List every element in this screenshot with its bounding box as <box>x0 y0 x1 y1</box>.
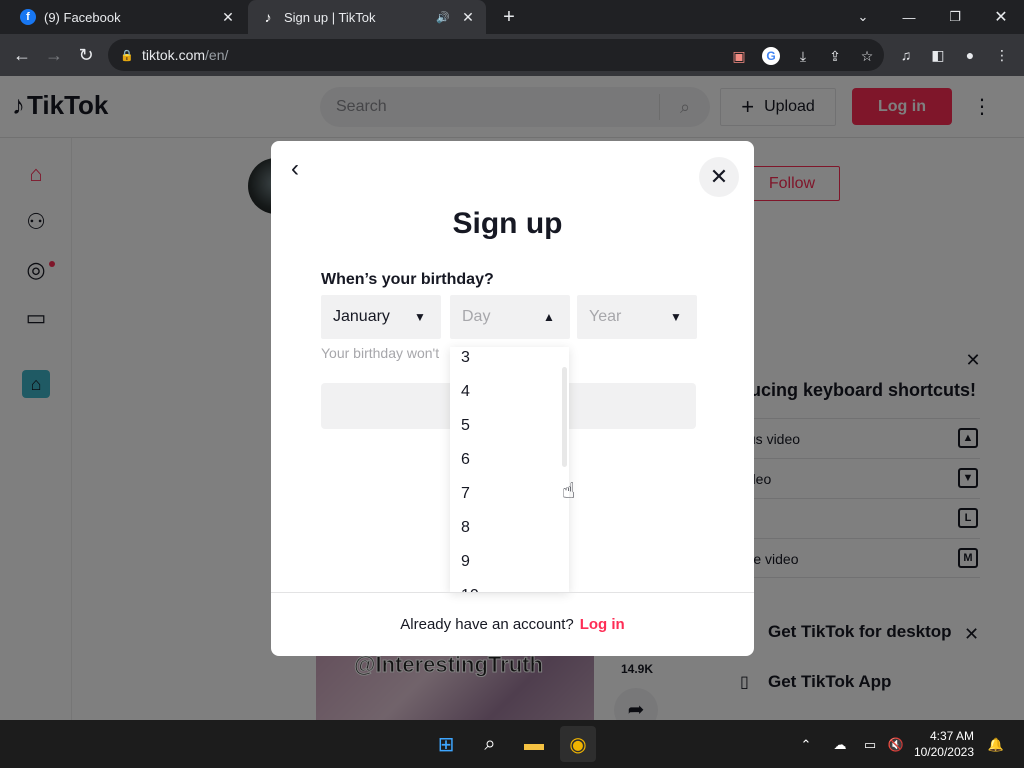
day-option[interactable]: 8 <box>450 511 560 545</box>
chevron-up-icon[interactable]: ⌃ <box>796 735 816 755</box>
lock-icon[interactable]: 🔒 <box>120 49 134 62</box>
facebook-icon: f <box>20 9 36 25</box>
tiktok-page: ♪ TikTok Search ⌕ + Upload Log in ⋮ ⌂ ⚇ … <box>0 76 1024 720</box>
day-option[interactable]: 4 <box>450 375 560 409</box>
chrome-menu-icon[interactable]: ⋮ <box>992 45 1012 65</box>
signup-modal: ‹ ✕ Sign up When’s your birthday? Januar… <box>271 141 754 656</box>
tiktok-icon: ♪ <box>264 9 272 25</box>
google-lens-icon[interactable]: G <box>762 47 780 65</box>
tab-search-chevron-icon[interactable]: ⌄ <box>840 0 886 34</box>
day-option[interactable]: 5 <box>450 409 560 443</box>
tab-facebook[interactable]: f (9) Facebook ✕ <box>8 0 246 34</box>
install-app-icon[interactable]: ⤓ <box>794 47 812 65</box>
back-arrow-icon[interactable]: ← <box>10 43 34 67</box>
birthday-note: Your birthday won't <box>321 345 440 361</box>
browser-toolbar: ← → ↻ 🔒 tiktok.com/en/ ▣ G ⤓ ⇪ ☆ ♫ ◧ ● ⋮ <box>0 34 1024 76</box>
notification-bell-icon[interactable]: 🔔 <box>986 735 1006 755</box>
file-explorer-icon[interactable]: ▬ <box>516 726 552 762</box>
new-tab-button[interactable]: + <box>498 6 520 28</box>
birthday-label: When’s your birthday? <box>321 271 494 288</box>
onedrive-icon[interactable]: ☁ <box>830 735 850 755</box>
speaker-icon[interactable]: 🔊 <box>436 11 454 24</box>
caret-down-icon: ▼ <box>670 310 682 324</box>
side-panel-icon[interactable]: ◧ <box>928 45 948 65</box>
blocked-popup-icon[interactable]: ▣ <box>730 47 748 65</box>
close-icon[interactable]: ✕ <box>699 157 739 197</box>
chrome-icon[interactable]: ◉ <box>560 726 596 762</box>
windows-taskbar: ⊞ ⌕ ▬ ◉ ⌃ ☁ ▭ 🔇 4:37 AM 10/20/2023 🔔 <box>0 720 1024 768</box>
browser-tab-strip: f (9) Facebook ✕ ♪ Sign up | TikTok 🔊 ✕ … <box>0 0 1024 34</box>
share-icon[interactable]: ⇪ <box>826 47 844 65</box>
window-close-button[interactable]: ✕ <box>978 0 1024 34</box>
tab-title: Sign up | TikTok <box>284 9 376 25</box>
media-control-icon[interactable]: ♫ <box>896 45 916 65</box>
search-icon[interactable]: ⌕ <box>472 726 508 762</box>
day-option[interactable]: 3 <box>450 347 560 375</box>
day-option[interactable]: 9 <box>450 545 560 579</box>
footer-login-link[interactable]: Log in <box>580 616 625 633</box>
tab-tiktok[interactable]: ♪ Sign up | TikTok 🔊 ✕ <box>248 0 486 34</box>
url-text: tiktok.com/en/ <box>142 47 229 63</box>
day-dropdown-list[interactable]: 3 4 5 6 7 8 9 10 <box>450 347 569 592</box>
modal-footer: Already have an account? Log in <box>271 592 754 656</box>
display-icon[interactable]: ▭ <box>860 735 880 755</box>
day-option[interactable]: 6 <box>450 443 560 477</box>
day-option[interactable]: 10 <box>450 579 560 592</box>
volume-muted-icon[interactable]: 🔇 <box>886 735 906 755</box>
profile-icon[interactable]: ● <box>960 45 980 65</box>
bookmark-star-icon[interactable]: ☆ <box>858 47 876 65</box>
hand-cursor-icon: ☝ <box>562 478 576 503</box>
tab-title: (9) Facebook <box>44 9 121 25</box>
tab-close-icon[interactable]: ✕ <box>218 9 238 26</box>
forward-arrow-icon[interactable]: → <box>42 43 66 67</box>
modal-title: Sign up <box>452 207 563 240</box>
caret-down-icon: ▼ <box>414 310 426 324</box>
windows-start-icon[interactable]: ⊞ <box>428 726 464 762</box>
reload-icon[interactable]: ↻ <box>74 43 98 67</box>
month-select[interactable]: January ▼ <box>321 295 441 339</box>
day-select[interactable]: Day ▲ <box>450 295 570 339</box>
address-bar[interactable]: 🔒 tiktok.com/en/ ▣ G ⤓ ⇪ ☆ <box>108 39 884 71</box>
tab-close-icon[interactable]: ✕ <box>458 9 478 26</box>
dropdown-scrollbar[interactable] <box>562 367 567 467</box>
minimize-button[interactable]: — <box>886 0 932 34</box>
year-select[interactable]: Year ▼ <box>577 295 697 339</box>
day-option[interactable]: 7 <box>450 477 560 511</box>
caret-up-icon: ▲ <box>543 310 555 324</box>
back-chevron-icon[interactable]: ‹ <box>283 155 307 183</box>
restore-button[interactable]: ❐ <box>932 0 978 34</box>
system-clock[interactable]: 4:37 AM 10/20/2023 <box>904 728 974 760</box>
